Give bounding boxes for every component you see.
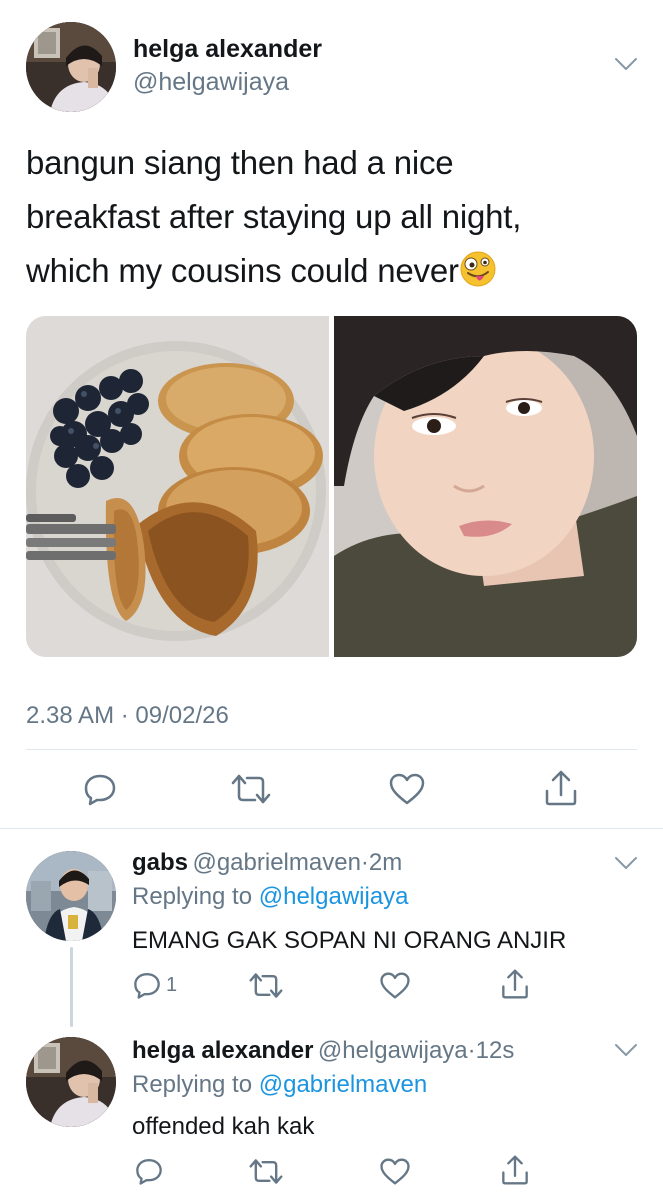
reply-time[interactable]: 2m xyxy=(369,849,402,876)
reply-button[interactable]: 1 xyxy=(132,970,177,1000)
main-author-avatar[interactable] xyxy=(26,22,116,112)
chevron-down-icon[interactable] xyxy=(614,855,638,871)
retweet-icon xyxy=(231,772,271,806)
reply-count: 1 xyxy=(166,973,178,996)
heart-icon xyxy=(379,971,411,1000)
like-button[interactable] xyxy=(379,971,411,1000)
reply-author-name[interactable]: gabs xyxy=(132,849,188,876)
meta-separator: · xyxy=(360,849,369,876)
reply-author-name[interactable]: helga alexander xyxy=(132,1037,313,1064)
zany-face-emoji-icon xyxy=(459,250,497,288)
main-tweet-text: bangun siang then had a nice breakfast a… xyxy=(26,136,646,298)
like-button[interactable] xyxy=(379,1157,411,1186)
share-button[interactable] xyxy=(500,968,530,1000)
main-tweet-text-line: bangun siang then had a nice xyxy=(26,144,454,181)
retweet-icon xyxy=(249,971,283,1000)
reply-time[interactable]: 12s xyxy=(476,1037,515,1064)
chevron-down-icon[interactable] xyxy=(614,1042,638,1058)
share-button[interactable] xyxy=(500,1154,530,1186)
main-tweet-text-line: breakfast after staying up all night, xyxy=(26,198,522,235)
replying-to-label: Replying to xyxy=(132,1071,253,1098)
reply-author-avatar[interactable] xyxy=(26,1037,116,1127)
replying-to-link[interactable]: @gabrielmaven xyxy=(259,1071,427,1098)
reply-text: offended kah kak xyxy=(132,1113,315,1140)
share-button[interactable] xyxy=(543,769,579,807)
reply-author-handle[interactable]: @helgawijaya xyxy=(318,1037,468,1064)
replying-to-line: Replying to @gabrielmaven xyxy=(132,1071,427,1099)
reply-button[interactable] xyxy=(134,1156,164,1186)
retweet-button[interactable] xyxy=(249,1157,283,1186)
reply-author-avatar[interactable] xyxy=(26,851,116,941)
main-tweet: helga alexander @helgawijaya bangun sian… xyxy=(0,0,663,828)
like-button[interactable] xyxy=(388,772,426,806)
reply-icon xyxy=(132,970,162,1000)
reply-tweet: helga alexander @helgawijaya·12s Replyin… xyxy=(0,1015,663,1200)
reply-author-handle[interactable]: @gabrielmaven xyxy=(192,849,360,876)
divider xyxy=(26,749,637,750)
retweet-button[interactable] xyxy=(249,971,283,1000)
reply-button[interactable] xyxy=(82,771,118,807)
reply-header: helga alexander @helgawijaya·12s xyxy=(132,1037,514,1065)
pancakes-with-blueberries-photo[interactable] xyxy=(26,316,329,657)
heart-icon xyxy=(388,772,426,806)
reply-header: gabs @gabrielmaven·2m xyxy=(132,849,402,877)
main-author-name[interactable]: helga alexander xyxy=(133,35,322,64)
reply-text: EMANG GAK SOPAN NI ORANG ANJIR xyxy=(132,927,567,954)
heart-icon xyxy=(379,1157,411,1186)
retweet-icon xyxy=(249,1157,283,1186)
share-icon xyxy=(543,769,579,807)
replying-to-line: Replying to @helgawijaya xyxy=(132,883,409,911)
main-author-handle[interactable]: @helgawijaya xyxy=(133,68,289,97)
meta-separator: · xyxy=(467,1037,476,1064)
share-icon xyxy=(500,968,530,1000)
share-icon xyxy=(500,1154,530,1186)
main-tweet-text-line-last: which my cousins could never xyxy=(26,252,459,289)
retweet-button[interactable] xyxy=(231,772,271,806)
selfie-photo[interactable] xyxy=(334,316,637,657)
replying-to-link[interactable]: @helgawijaya xyxy=(259,883,409,910)
reply-icon xyxy=(82,771,118,807)
main-tweet-text-line: which my cousins could never xyxy=(26,244,646,298)
tweet-timestamp[interactable]: 2.38 AM · 09/02/26 xyxy=(26,702,229,730)
reply-tweet: gabs @gabrielmaven·2m Replying to @helga… xyxy=(0,829,663,1027)
reply-icon xyxy=(134,1156,164,1186)
replying-to-label: Replying to xyxy=(132,883,253,910)
chevron-down-icon[interactable] xyxy=(614,56,638,72)
